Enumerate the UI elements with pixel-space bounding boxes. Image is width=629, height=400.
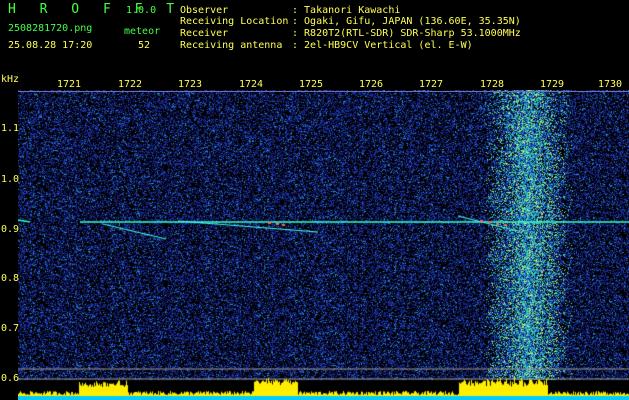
x-tick-1729: 1729: [539, 79, 565, 90]
waterfall-plot: [18, 90, 629, 400]
y-tick-0.6: 0.6: [1, 373, 20, 384]
y-tick-1.0: 1.0: [1, 174, 20, 185]
x-tick-1728: 1728: [479, 79, 505, 90]
observer-value: : Takanori Kawachi: [292, 5, 401, 16]
y-tick-0.7: 0.7: [1, 323, 20, 334]
x-tick-1726: 1726: [358, 79, 384, 90]
x-tick-1723: 1723: [177, 79, 203, 90]
y-axis-unit: kHz: [1, 74, 20, 85]
y-tick-0.8: 0.8: [1, 273, 20, 284]
y-tick-1.1: 1.1: [1, 123, 20, 134]
receiver-label: Receiver: [180, 28, 229, 39]
x-tick-1730: 1730: [597, 79, 623, 90]
antenna-value: : 2el-HB9CV Vertical (el. E-W): [292, 40, 473, 51]
x-tick-1721: 1721: [56, 79, 82, 90]
antenna-label: Receiving antenna: [180, 40, 283, 51]
mode-label: meteor: [124, 26, 161, 37]
x-tick-1722: 1722: [117, 79, 143, 90]
file-name: 2508281720.png: [8, 23, 93, 34]
observer-label: Observer: [180, 5, 229, 16]
app-version: 1.0.0: [126, 5, 157, 16]
y-tick-0.9: 0.9: [1, 224, 20, 235]
meteor-count: 52: [138, 40, 151, 51]
date-time: 25.08.28 17:20: [8, 40, 93, 51]
spectrogram-window: H R O F F T 1.0.0 2508281720.png meteor …: [0, 0, 629, 400]
x-tick-1725: 1725: [298, 79, 324, 90]
x-tick-1724: 1724: [238, 79, 264, 90]
location-label: Receiving Location: [180, 16, 289, 27]
x-tick-1727: 1727: [418, 79, 444, 90]
location-value: : Ogaki, Gifu, JAPAN (136.60E, 35.35N): [292, 16, 521, 27]
plot-top-border: [18, 91, 629, 92]
receiver-value: : R820T2(RTL-SDR) SDR-Sharp 53.1000MHz: [292, 28, 521, 39]
